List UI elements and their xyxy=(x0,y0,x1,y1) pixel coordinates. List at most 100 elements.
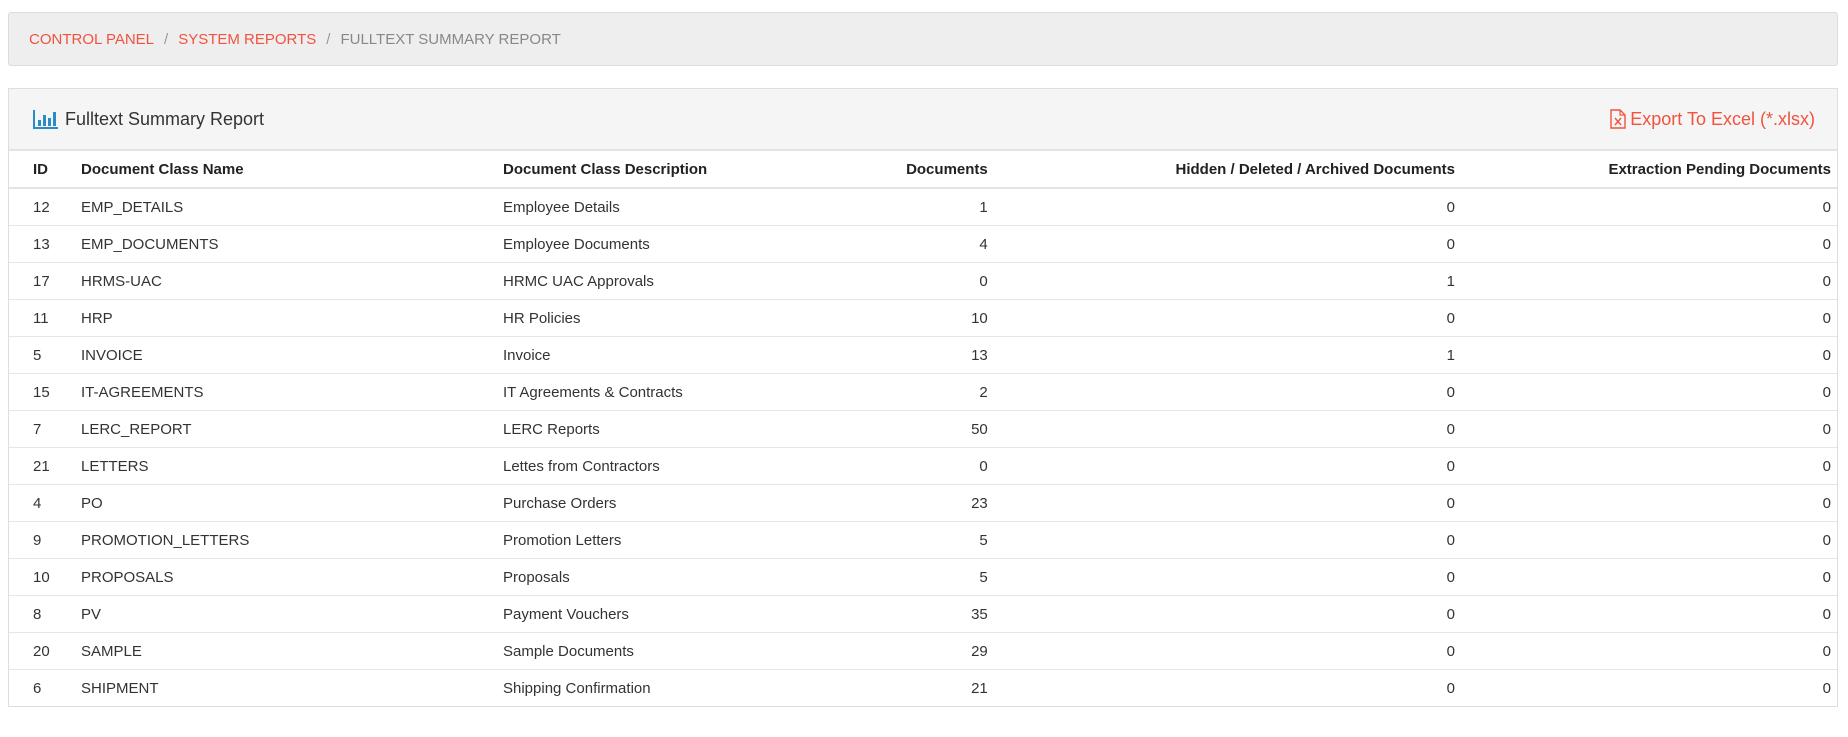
cell-hidden: 0 xyxy=(993,558,1461,596)
breadcrumb-control-panel[interactable]: CONTROL PANEL xyxy=(29,31,154,48)
cell-description: Shipping Confirmation xyxy=(503,679,651,697)
cell-documents: 1 xyxy=(843,188,994,226)
header-documents: Documents xyxy=(843,151,994,189)
cell-name: PROMOTION_LETTERS xyxy=(75,521,497,559)
cell-description: IT Agreements & Contracts xyxy=(497,373,844,411)
cell-extraction-pending: 0 xyxy=(1461,595,1837,633)
cell-documents: 2 xyxy=(843,373,994,411)
table-row: 15 IT-AGREEMENTS IT Agreements & Contracts… xyxy=(9,373,1837,411)
cell-hidden: 0 xyxy=(1446,679,1455,697)
cell-extraction-pending: 0 xyxy=(1461,225,1837,263)
cell-id: 6 xyxy=(33,679,42,697)
cell-name: EMP_DOCUMENTS xyxy=(75,225,497,263)
cell-hidden: 0 xyxy=(993,373,1461,411)
cell-documents: 0 xyxy=(843,447,994,485)
cell-name: PO xyxy=(75,484,497,522)
bar-chart-icon xyxy=(33,110,58,129)
cell-hidden: 1 xyxy=(993,262,1461,300)
cell-id: 13 xyxy=(9,225,75,263)
table-row: 12 EMP_DETAILS Employee Details 1 0 0 xyxy=(9,188,1837,226)
cell-documents: 13 xyxy=(843,336,994,374)
cell-hidden: 0 xyxy=(993,188,1461,226)
cell-name: PROPOSALS xyxy=(75,558,497,596)
cell-documents: 10 xyxy=(843,299,994,337)
table-row: 20 SAMPLE Sample Documents 29 0 0 xyxy=(9,632,1837,670)
cell-documents: 0 xyxy=(843,262,994,300)
cell-hidden: 0 xyxy=(993,299,1461,337)
report-panel: Fulltext Summary Report Export To Excel … xyxy=(8,88,1838,707)
breadcrumb-separator: / xyxy=(326,30,331,48)
table-row: 6 SHIPMENT Shipping Confirmation 21 0 0 xyxy=(9,670,1837,707)
export-to-excel-button[interactable]: Export To Excel (*.xlsx) xyxy=(1610,109,1815,130)
cell-extraction-pending: 0 xyxy=(1461,447,1837,485)
cell-description: Employee Documents xyxy=(497,225,844,263)
cell-extraction-pending: 0 xyxy=(1461,558,1837,596)
cell-id: 11 xyxy=(9,299,75,337)
cell-extraction-pending: 0 xyxy=(1461,299,1837,337)
cell-id: 7 xyxy=(9,410,75,448)
cell-hidden: 0 xyxy=(993,521,1461,559)
cell-description: Payment Vouchers xyxy=(497,595,844,633)
header-id: ID xyxy=(9,151,75,189)
breadcrumb-system-reports[interactable]: SYSTEM REPORTS xyxy=(178,31,316,48)
cell-name: SHIPMENT xyxy=(81,679,159,697)
table-row: 9 PROMOTION_LETTERS Promotion Letters 5 0 0 xyxy=(9,521,1837,559)
cell-description: Promotion Letters xyxy=(497,521,844,559)
header-name: Document Class Name xyxy=(75,151,497,189)
export-label: Export To Excel (*.xlsx) xyxy=(1630,108,1815,129)
cell-name: PV xyxy=(75,595,497,633)
cell-documents: 29 xyxy=(843,632,994,670)
cell-description: Purchase Orders xyxy=(497,484,844,522)
cell-id: 4 xyxy=(9,484,75,522)
cell-hidden: 1 xyxy=(993,336,1461,374)
header-hidden: Hidden / Deleted / Archived Documents xyxy=(993,151,1461,189)
cell-id: 17 xyxy=(9,262,75,300)
cell-name: IT-AGREEMENTS xyxy=(75,373,497,411)
cell-name: SAMPLE xyxy=(75,632,497,670)
cell-extraction-pending: 0 xyxy=(1461,484,1837,522)
table-row: 8 PV Payment Vouchers 35 0 0 xyxy=(9,595,1837,633)
cell-documents: 50 xyxy=(843,410,994,448)
cell-hidden: 0 xyxy=(993,225,1461,263)
cell-description: LERC Reports xyxy=(497,410,844,448)
cell-documents: 21 xyxy=(971,679,988,697)
cell-hidden: 0 xyxy=(993,632,1461,670)
breadcrumb-current: FULLTEXT SUMMARY REPORT xyxy=(340,30,561,48)
cell-id: 21 xyxy=(9,447,75,485)
cell-extraction-pending: 0 xyxy=(1822,679,1831,697)
cell-documents: 5 xyxy=(843,521,994,559)
cell-hidden: 0 xyxy=(993,484,1461,522)
table-row: 21 LETTERS Lettes from Contractors 0 0 0 xyxy=(9,447,1837,485)
cell-description: Sample Documents xyxy=(497,632,844,670)
cell-id: 12 xyxy=(9,188,75,226)
cell-extraction-pending: 0 xyxy=(1461,336,1837,374)
excel-file-icon xyxy=(1610,109,1626,129)
cell-id: 10 xyxy=(9,558,75,596)
cell-name: EMP_DETAILS xyxy=(75,188,497,226)
cell-name: LETTERS xyxy=(75,447,497,485)
cell-name: HRP xyxy=(75,299,497,337)
cell-extraction-pending: 0 xyxy=(1461,373,1837,411)
table-row: 7 LERC_REPORT LERC Reports 50 0 0 xyxy=(9,410,1837,448)
cell-documents: 4 xyxy=(843,225,994,263)
cell-documents: 35 xyxy=(843,595,994,633)
table-row: 10 PROPOSALS Proposals 5 0 0 xyxy=(9,558,1837,596)
cell-name: INVOICE xyxy=(75,336,497,374)
header-extraction-pending: Extraction Pending Documents xyxy=(1461,151,1837,189)
cell-extraction-pending: 0 xyxy=(1461,521,1837,559)
header-description: Document Class Description xyxy=(497,151,844,189)
breadcrumb-separator: / xyxy=(164,30,169,48)
table-row: 4 PO Purchase Orders 23 0 0 xyxy=(9,484,1837,522)
cell-id: 5 xyxy=(9,336,75,374)
cell-description: Invoice xyxy=(497,336,844,374)
cell-extraction-pending: 0 xyxy=(1461,188,1837,226)
panel-header: Fulltext Summary Report Export To Excel … xyxy=(9,89,1837,151)
table-row: 5 INVOICE Invoice 13 1 0 xyxy=(9,336,1837,374)
cell-extraction-pending: 0 xyxy=(1461,632,1837,670)
cell-name: HRMS-UAC xyxy=(75,262,497,300)
cell-extraction-pending: 0 xyxy=(1461,262,1837,300)
cell-description: Employee Details xyxy=(497,188,844,226)
table-header-row: ID Document Class Name Document Class De… xyxy=(9,151,1837,189)
cell-id: 9 xyxy=(9,521,75,559)
cell-hidden: 0 xyxy=(993,595,1461,633)
